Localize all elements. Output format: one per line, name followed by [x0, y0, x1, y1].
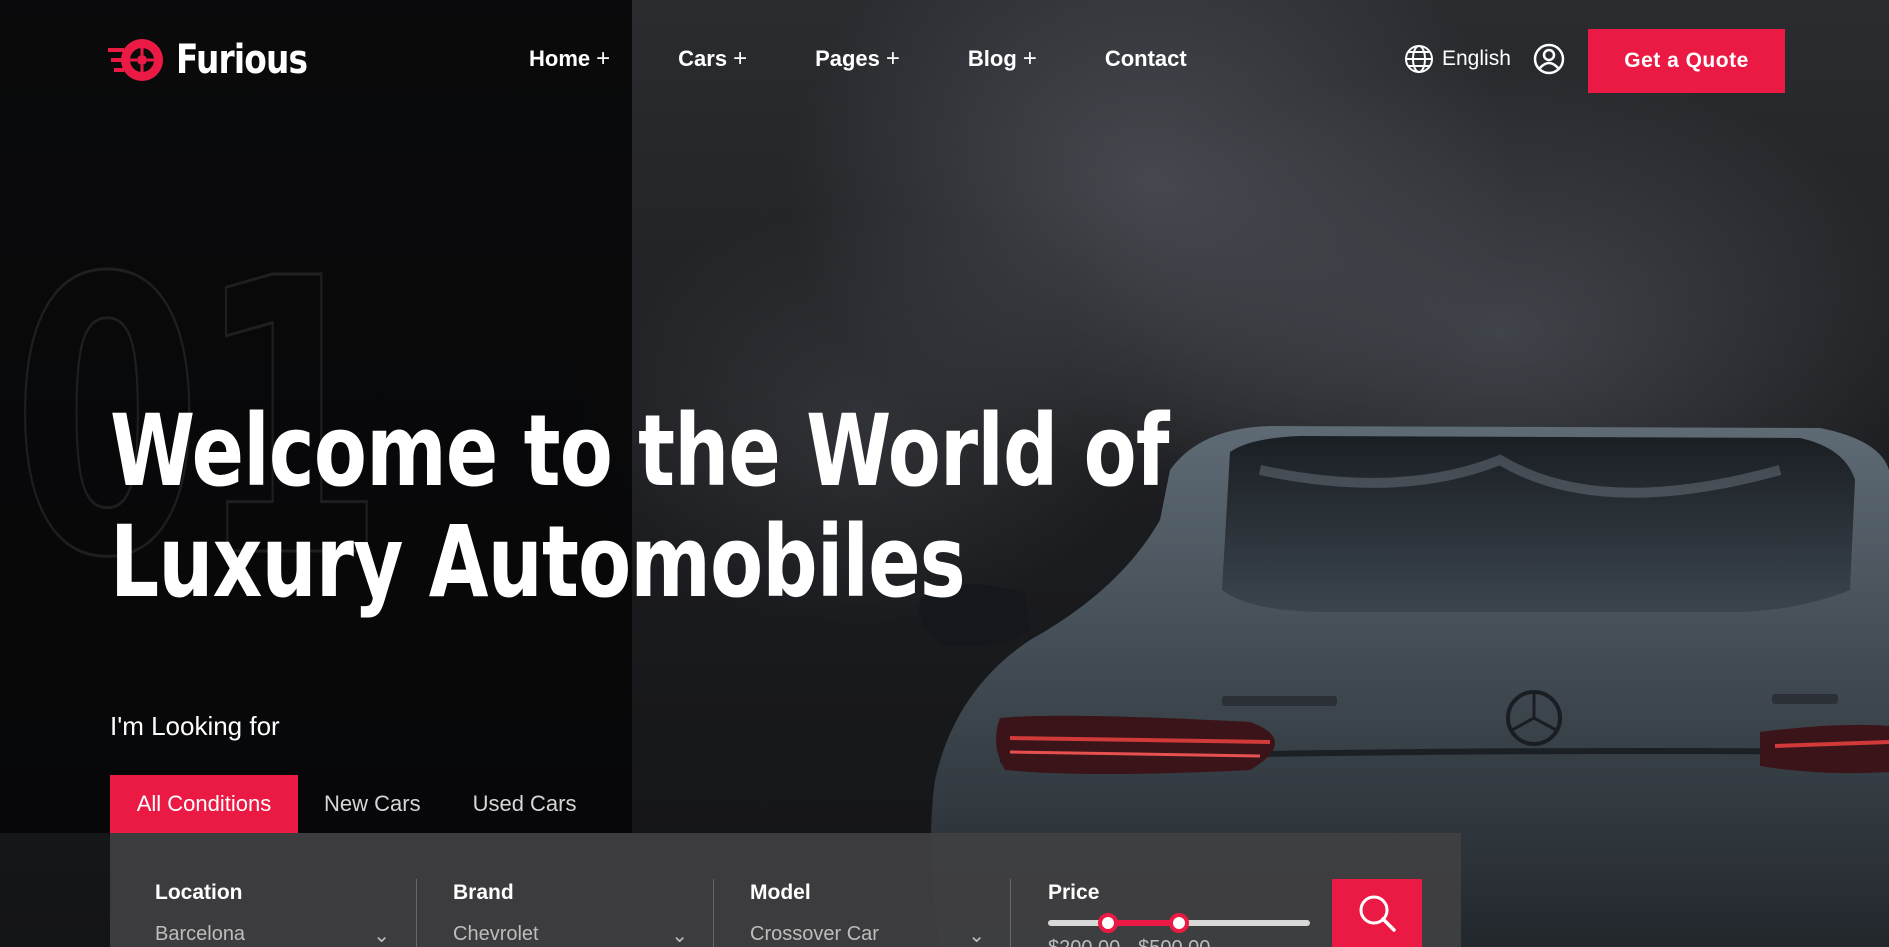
field-divider: [416, 879, 417, 947]
condition-tabs: All Conditions New Cars Used Cars: [110, 775, 603, 833]
brand-name: Furious: [176, 37, 308, 83]
search-icon: [1359, 895, 1396, 932]
price-slider-min-handle[interactable]: [1098, 913, 1119, 933]
location-label: Location: [155, 881, 243, 904]
price-label: Price: [1048, 881, 1100, 904]
globe-icon: [1405, 45, 1433, 73]
brand-field[interactable]: Brand Chevrolet ⌄: [453, 881, 688, 947]
nav-item-label: Home: [529, 46, 591, 71]
get-a-quote-button[interactable]: Get a Quote: [1588, 29, 1785, 93]
nav-item-label: Blog: [967, 46, 1017, 71]
brand-select[interactable]: Chevrolet ⌄: [453, 923, 688, 947]
wheel-logo-icon: [108, 39, 163, 81]
field-divider: [713, 879, 714, 947]
hero-title-line1: Welcome to the World of: [110, 394, 1169, 509]
location-value: Barcelona: [155, 923, 246, 945]
hero-title: Welcome to the World of Luxury Automobil…: [110, 396, 1169, 618]
nav-item-cars[interactable]: Cars +: [678, 46, 747, 72]
chevron-down-icon: ⌄: [671, 925, 688, 947]
nav-item-home[interactable]: Home +: [529, 46, 610, 72]
field-divider: [1010, 879, 1011, 947]
language-selector[interactable]: English: [1404, 44, 1511, 74]
search-button[interactable]: [1332, 879, 1422, 947]
nav-item-contact[interactable]: Contact: [1105, 46, 1187, 72]
site-header: Furious Home + Cars + Pages + Blog + Con…: [0, 0, 1889, 120]
chevron-down-icon: ⌄: [373, 925, 390, 947]
looking-for-label: I'm Looking for: [110, 711, 280, 741]
nav-item-pages[interactable]: Pages +: [815, 46, 900, 72]
model-label: Model: [750, 881, 811, 904]
location-select[interactable]: Barcelona ⌄: [155, 923, 390, 947]
nav-item-label: Pages: [815, 46, 880, 71]
chevron-down-icon: ⌄: [968, 925, 985, 947]
model-value: Crossover Car: [750, 923, 879, 945]
nav-item-label: Contact: [1104, 46, 1187, 71]
price-slider-max-handle[interactable]: [1169, 913, 1189, 933]
language-label: English: [1442, 47, 1511, 70]
tab-used-cars[interactable]: Used Cars: [447, 775, 603, 833]
brand-logo[interactable]: Furious: [108, 34, 336, 86]
location-field[interactable]: Location Barcelona ⌄: [155, 881, 390, 947]
car-search-panel: Location Barcelona ⌄ Brand Chevrolet ⌄ M…: [110, 833, 1461, 947]
plus-icon: +: [733, 45, 748, 72]
model-select[interactable]: Crossover Car ⌄: [750, 923, 985, 947]
user-circle-icon[interactable]: [1533, 43, 1565, 75]
model-field[interactable]: Model Crossover Car ⌄: [750, 881, 985, 947]
brand-label: Brand: [453, 881, 514, 904]
plus-icon: +: [1022, 45, 1037, 72]
tab-all-conditions[interactable]: All Conditions: [110, 775, 298, 833]
brand-value: Chevrolet: [453, 923, 539, 945]
price-range-text: $200.00 - $500.00: [1048, 937, 1210, 947]
plus-icon: +: [885, 45, 900, 72]
plus-icon: +: [596, 45, 611, 72]
hero-title-line2: Luxury Automobiles: [110, 505, 966, 620]
nav-item-label: Cars: [678, 46, 728, 71]
main-nav: Home + Cars + Pages + Blog + Contact: [529, 46, 1255, 72]
tab-new-cars[interactable]: New Cars: [298, 775, 447, 833]
nav-item-blog[interactable]: Blog +: [968, 46, 1037, 72]
